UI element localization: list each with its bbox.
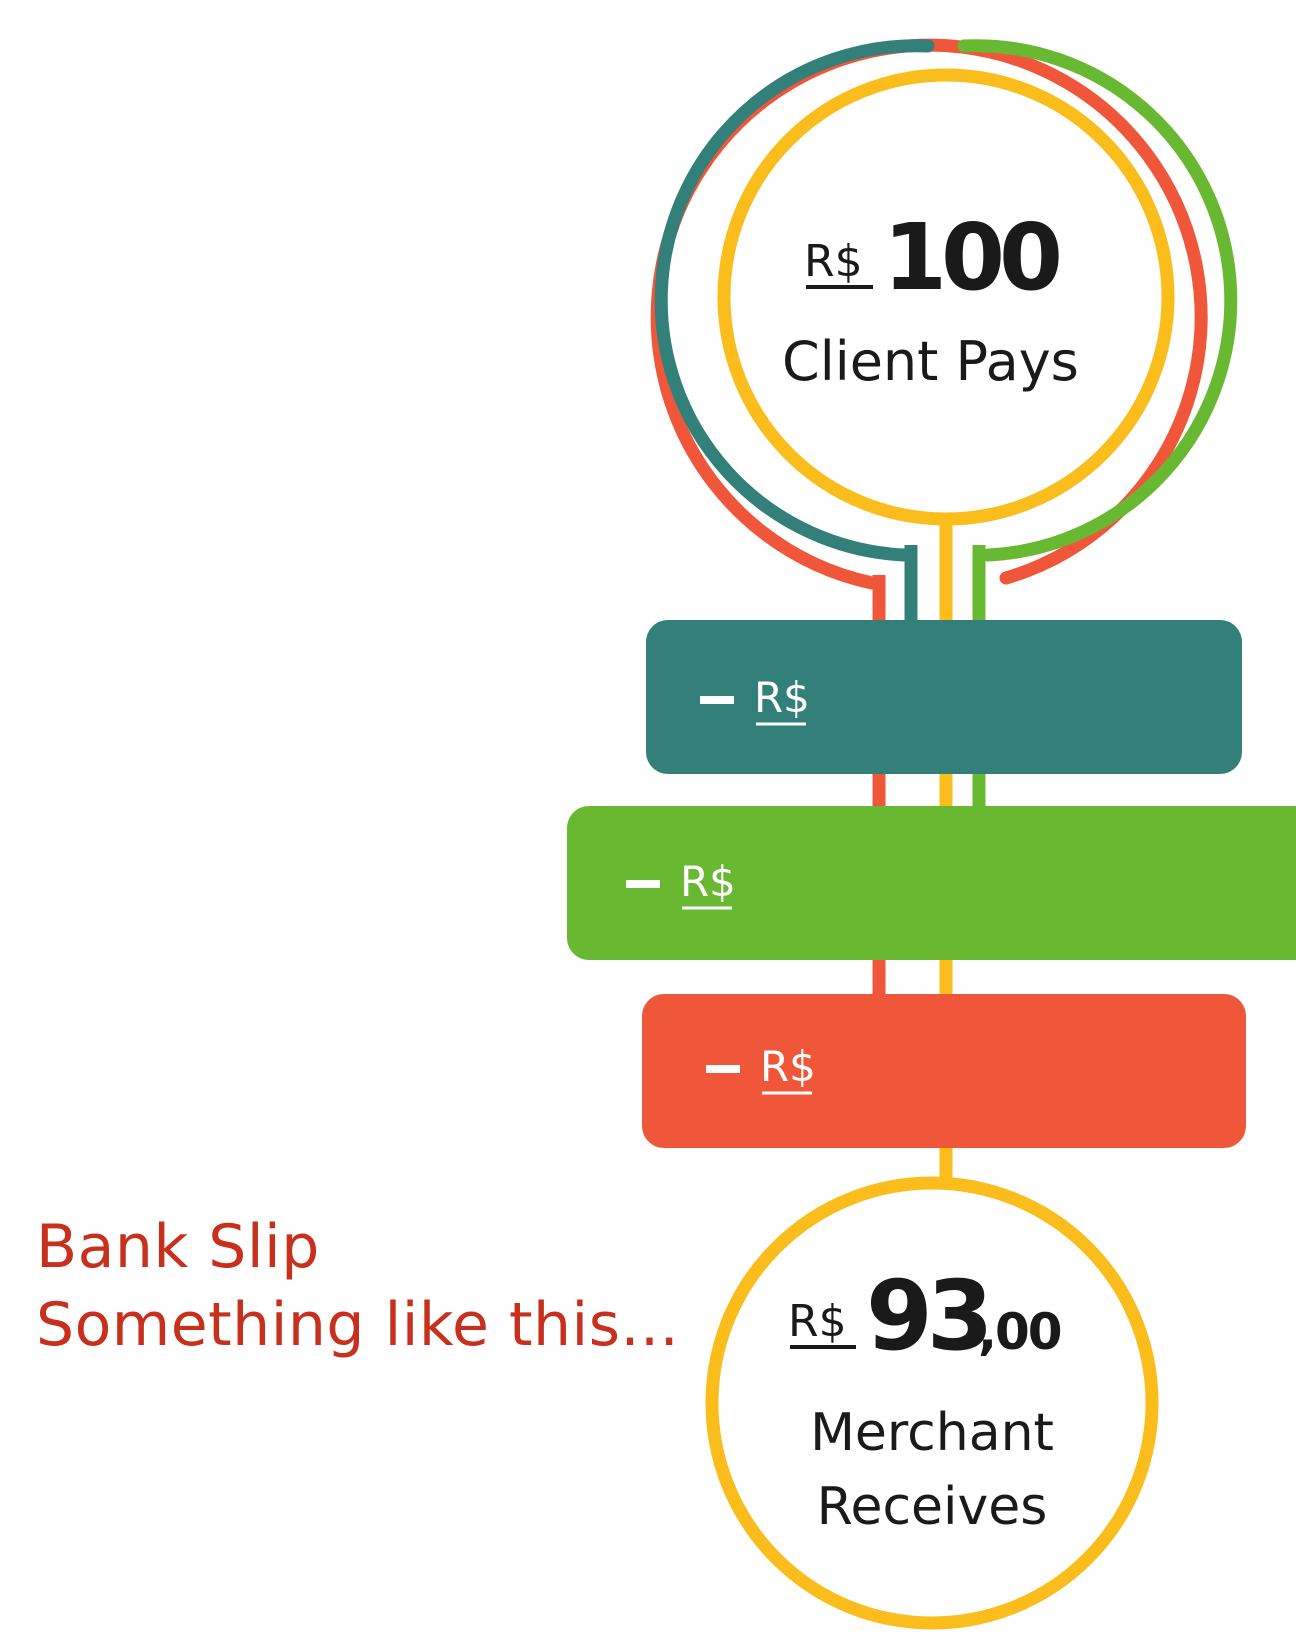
red-deduction-currency: R$ <box>760 1042 816 1091</box>
client-pays-currency: R$ <box>804 236 863 287</box>
teal-minus-sign <box>700 696 734 704</box>
caption-line-2: Something like this... <box>36 1290 680 1360</box>
merchant-receives-label-line2: Receives <box>817 1477 1048 1537</box>
client-pays-label: Client Pays <box>782 330 1079 393</box>
merchant-receives-amount-cents: ,00 <box>978 1303 1061 1361</box>
merchant-receives-label-line1: Merchant <box>810 1403 1054 1463</box>
client-pays-amount: 100 <box>883 204 1059 311</box>
green-deduction-bar <box>567 806 1296 960</box>
merchant-receives-currency: R$ <box>788 1296 847 1347</box>
red-minus-sign <box>706 1065 740 1073</box>
teal-deduction-bar <box>646 620 1242 774</box>
merchant-receives-amount-main: 93 <box>866 1260 988 1372</box>
green-minus-sign <box>626 880 660 888</box>
caption-block: Bank Slip Something like this... <box>36 1208 679 1364</box>
caption-line-1: Bank Slip <box>36 1212 320 1282</box>
green-deduction-currency: R$ <box>680 857 736 906</box>
teal-deduction-currency: R$ <box>754 673 810 722</box>
fee-flow-diagram: R$ 100 Client Pays R$ R$ R$ R$ 93 ,00 Me… <box>567 38 1296 1630</box>
